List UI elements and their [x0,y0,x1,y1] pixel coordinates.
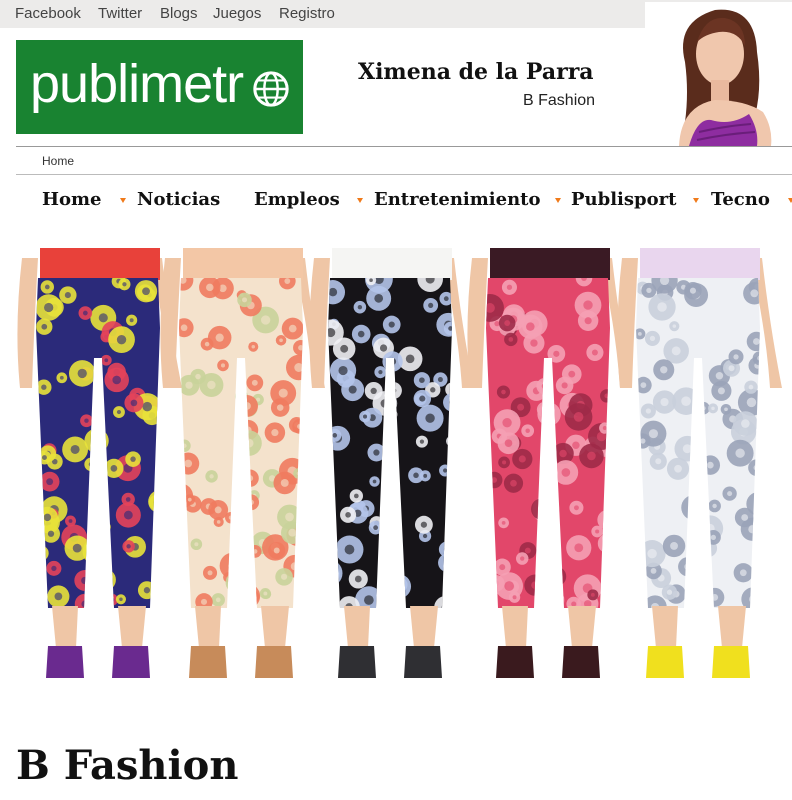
nav-bullet-icon [555,198,561,203]
facebook-link[interactable]: Facebook [15,5,81,22]
logo-wordmark: publimetr [30,54,244,114]
nav-empleos[interactable]: Empleos [254,189,340,210]
registro-link[interactable]: Registro [279,5,335,22]
header-divider [16,146,792,147]
author-name: Ximena de la Parra [358,59,594,85]
nav-bullet-icon [120,198,126,203]
nav-home[interactable]: Home [42,189,102,210]
pants-figure-navy-floral [17,248,182,678]
author-blog-name: B Fashion [523,92,596,109]
nav-noticias[interactable]: Noticias [137,189,220,210]
nav-entretenimiento[interactable]: Entretenimiento [374,189,541,210]
nav-bullet-icon [357,198,363,203]
nav-divider [16,174,792,175]
nav-publisport[interactable]: Publisport [571,189,676,210]
nav-bullet-icon [693,198,699,203]
breadcrumb[interactable]: Home [42,154,74,168]
floral-pants-photo [17,248,782,678]
pants-figure-peach-floral [160,248,325,678]
publimetro-logo[interactable]: publimetr [16,40,303,134]
author-photo [645,2,792,146]
juegos-link[interactable]: Juegos [213,5,261,22]
pants-figure-pink-floral [467,248,632,678]
globe-icon [253,71,289,107]
nav-tecno[interactable]: Tecno [711,189,770,210]
nav-bullet-icon [788,198,792,203]
twitter-link[interactable]: Twitter [98,5,142,22]
blogs-link[interactable]: Blogs [160,5,198,22]
article-title: B Fashion [16,742,239,789]
pants-figure-black-floral [309,248,474,678]
pants-figure-grey-print [617,248,782,678]
